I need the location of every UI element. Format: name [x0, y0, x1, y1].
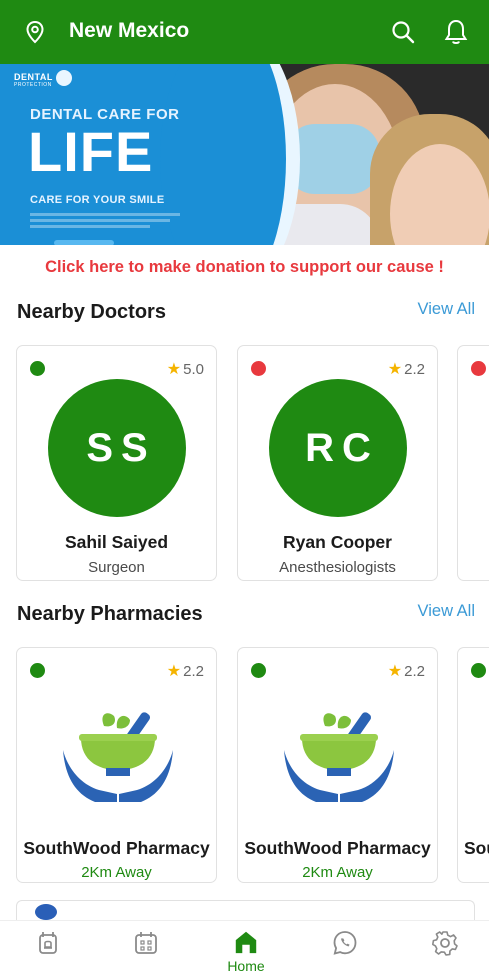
doctor-specialty: Anesthesiologists — [279, 559, 396, 576]
pharmacy-card[interactable]: ★ 2.2 SouthWood Pharmacy 2Km Away — [237, 647, 438, 883]
bottom-navigation: Home — [0, 920, 489, 979]
doctor-card-partial[interactable] — [457, 345, 489, 581]
doctor-rating: ★ 5.0 — [166, 360, 204, 379]
virus-graphic-icon — [35, 904, 57, 920]
star-icon: ★ — [166, 361, 182, 378]
settings-gear-icon — [432, 931, 458, 956]
nav-home-label: Home — [227, 958, 265, 974]
whatsapp-icon — [333, 931, 357, 955]
doctors-view-all-link[interactable]: View All — [418, 300, 475, 319]
nav-alarm[interactable] — [28, 929, 68, 974]
offline-status-dot — [471, 361, 486, 376]
pharmacy-name: Sou — [464, 838, 489, 858]
alarm-icon — [39, 932, 57, 954]
online-status-dot — [30, 361, 45, 376]
star-icon: ★ — [387, 663, 403, 680]
offline-status-dot — [251, 361, 266, 376]
pharmacies-view-all-link[interactable]: View All — [418, 602, 475, 621]
mortar-pestle-hands-icon — [63, 712, 173, 802]
doctor-card[interactable]: ★ 5.0 SS Sahil Saiyed Surgeon — [16, 345, 217, 581]
online-status-dot — [251, 663, 266, 678]
pharmacy-card[interactable]: ★ 2.2 SouthWood Pharmacy 2Km Away — [16, 647, 217, 883]
pharmacy-card-partial[interactable]: Sou — [457, 647, 489, 883]
doctors-section-title: Nearby Doctors — [17, 301, 166, 323]
app-header: New Mexico — [0, 0, 489, 64]
doctor-rating: ★ 2.2 — [387, 360, 425, 379]
nav-home[interactable]: Home — [225, 929, 267, 974]
pharmacy-name: SouthWood Pharmacy — [23, 838, 210, 858]
calendar-icon — [135, 932, 157, 954]
nav-whatsapp[interactable] — [325, 929, 365, 974]
pharmacies-section-title: Nearby Pharmacies — [17, 603, 203, 625]
donation-link[interactable]: Click here to make donation to support o… — [0, 258, 489, 277]
doctor-card[interactable]: ★ 2.2 RC Ryan Cooper Anesthesiologists — [237, 345, 438, 581]
doctor-name: Ryan Cooper — [283, 532, 392, 552]
search-icon[interactable] — [391, 20, 415, 44]
pharmacy-distance: 2Km Away — [302, 864, 373, 881]
online-status-dot — [471, 663, 486, 678]
star-icon: ★ — [166, 663, 182, 680]
doctor-avatar: SS — [48, 379, 186, 517]
online-status-dot — [30, 663, 45, 678]
promo-banner[interactable]: DENTAL PROTECTION DENTAL CARE FOR LIFE C… — [0, 64, 489, 245]
tooth-logo-icon — [56, 70, 72, 86]
location-pin-icon[interactable] — [24, 20, 46, 44]
location-title[interactable]: New Mexico — [69, 19, 189, 43]
mortar-pestle-hands-icon — [284, 712, 394, 802]
doctor-specialty: Surgeon — [88, 559, 145, 576]
home-icon — [235, 931, 257, 954]
banner-tagline: CARE FOR YOUR SMILE — [30, 194, 165, 206]
doctor-name: Sahil Saiyed — [64, 532, 169, 552]
banner-brand: DENTAL PROTECTION — [14, 72, 53, 88]
nav-settings[interactable] — [425, 929, 465, 974]
star-icon: ★ — [387, 361, 403, 378]
pharmacy-distance: 2Km Away — [81, 864, 152, 881]
nav-calendar[interactable] — [126, 929, 166, 974]
doctor-avatar: RC — [269, 379, 407, 517]
bell-icon[interactable] — [443, 18, 469, 46]
pharmacy-rating: ★ 2.2 — [387, 662, 425, 681]
next-banner-preview[interactable] — [16, 900, 475, 922]
banner-life: LIFE — [28, 120, 154, 183]
pharmacy-name: SouthWood Pharmacy — [244, 838, 431, 858]
banner-wave — [160, 64, 300, 245]
pharmacy-rating: ★ 2.2 — [166, 662, 204, 681]
